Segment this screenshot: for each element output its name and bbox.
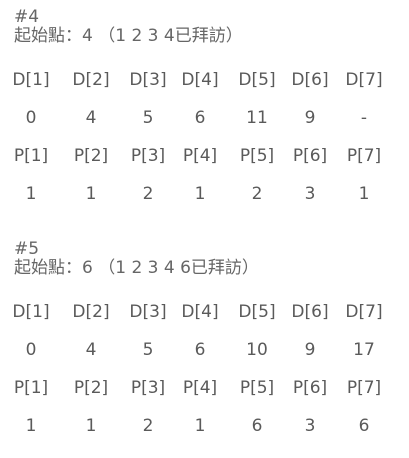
p-value-cell: 2 [142,184,154,204]
d-header-cell: D[3] [129,70,167,90]
d-value-row: 0 4 5 6 11 9 - [0,106,409,130]
p-header-cell: P[6] [292,378,328,398]
d-value-cell: - [360,108,368,128]
p-header-cell: P[4] [182,378,218,398]
d-value-cell: 0 [25,108,37,128]
p-header-cell: P[7] [346,378,382,398]
d-value-cell: 4 [85,340,97,360]
p-header-cell: P[2] [73,146,109,166]
d-value-cell: 6 [194,340,206,360]
p-value-cell: 3 [304,184,316,204]
d-header-cell: D[7] [345,70,383,90]
p-header-row: P[1] P[2] P[3] P[4] P[5] P[6] P[7] [0,144,409,168]
p-header-row: P[1] P[2] P[3] P[4] P[5] P[6] P[7] [0,376,409,400]
p-value-cell: 6 [251,416,263,436]
p-header-cell: P[4] [182,146,218,166]
d-value-cell: 10 [246,340,268,360]
p-value-cell: 1 [85,184,97,204]
p-header-cell: P[7] [346,146,382,166]
p-header-cell: P[5] [239,146,275,166]
p-value-cell: 1 [194,184,206,204]
p-value-row: 1 1 2 1 6 3 6 [0,414,409,438]
p-value-row: 1 1 2 1 2 3 1 [0,182,409,206]
p-value-cell: 2 [251,184,263,204]
p-header-cell: P[2] [73,378,109,398]
d-value-row: 0 4 5 6 10 9 17 [0,338,409,362]
start-node-text: 起始點：6 （1 2 3 4 6已拜訪） [14,258,259,278]
p-value-cell: 2 [142,416,154,436]
p-header-cell: P[3] [130,378,166,398]
p-value-cell: 1 [25,184,37,204]
start-node-text: 起始點：4 （1 2 3 4已拜訪） [14,26,243,46]
p-value-cell: 1 [358,184,370,204]
iteration-title: #5 [14,239,40,259]
d-header-cell: D[5] [238,302,276,322]
p-value-cell: 1 [25,416,37,436]
d-header-cell: D[4] [181,302,219,322]
d-header-cell: D[7] [345,302,383,322]
p-header-cell: P[6] [292,146,328,166]
d-value-cell: 0 [25,340,37,360]
d-value-cell: 4 [85,108,97,128]
d-header-cell: D[6] [291,70,329,90]
iteration-title: #4 [14,7,40,27]
p-value-cell: 3 [304,416,316,436]
d-header-row: D[1] D[2] D[3] D[4] D[5] D[6] D[7] [0,300,409,324]
d-header-cell: D[1] [12,302,50,322]
p-header-cell: P[3] [130,146,166,166]
d-header-row: D[1] D[2] D[3] D[4] D[5] D[6] D[7] [0,68,409,92]
p-value-cell: 1 [85,416,97,436]
d-header-cell: D[6] [291,302,329,322]
d-value-cell: 9 [304,108,316,128]
iteration-block-1: #4 起始點：4 （1 2 3 4已拜訪） D[1] D[2] D[3] D[4] D[5]… [0,8,409,218]
p-value-cell: 1 [194,416,206,436]
d-value-cell: 11 [246,108,268,128]
p-header-cell: P[1] [13,146,49,166]
iteration-block-2: #5 起始點：6 （1 2 3 4 6已拜訪） D[1] D[2] D[3] D[4] D[… [0,240,409,450]
d-value-cell: 5 [142,108,154,128]
d-header-cell: D[1] [12,70,50,90]
d-header-cell: D[4] [181,70,219,90]
p-value-cell: 6 [358,416,370,436]
d-value-cell: 17 [353,340,375,360]
d-header-cell: D[2] [72,302,110,322]
d-header-cell: D[2] [72,70,110,90]
d-value-cell: 9 [304,340,316,360]
d-header-cell: D[3] [129,302,167,322]
d-header-cell: D[5] [238,70,276,90]
d-value-cell: 6 [194,108,206,128]
p-header-cell: P[1] [13,378,49,398]
d-value-cell: 5 [142,340,154,360]
p-header-cell: P[5] [239,378,275,398]
